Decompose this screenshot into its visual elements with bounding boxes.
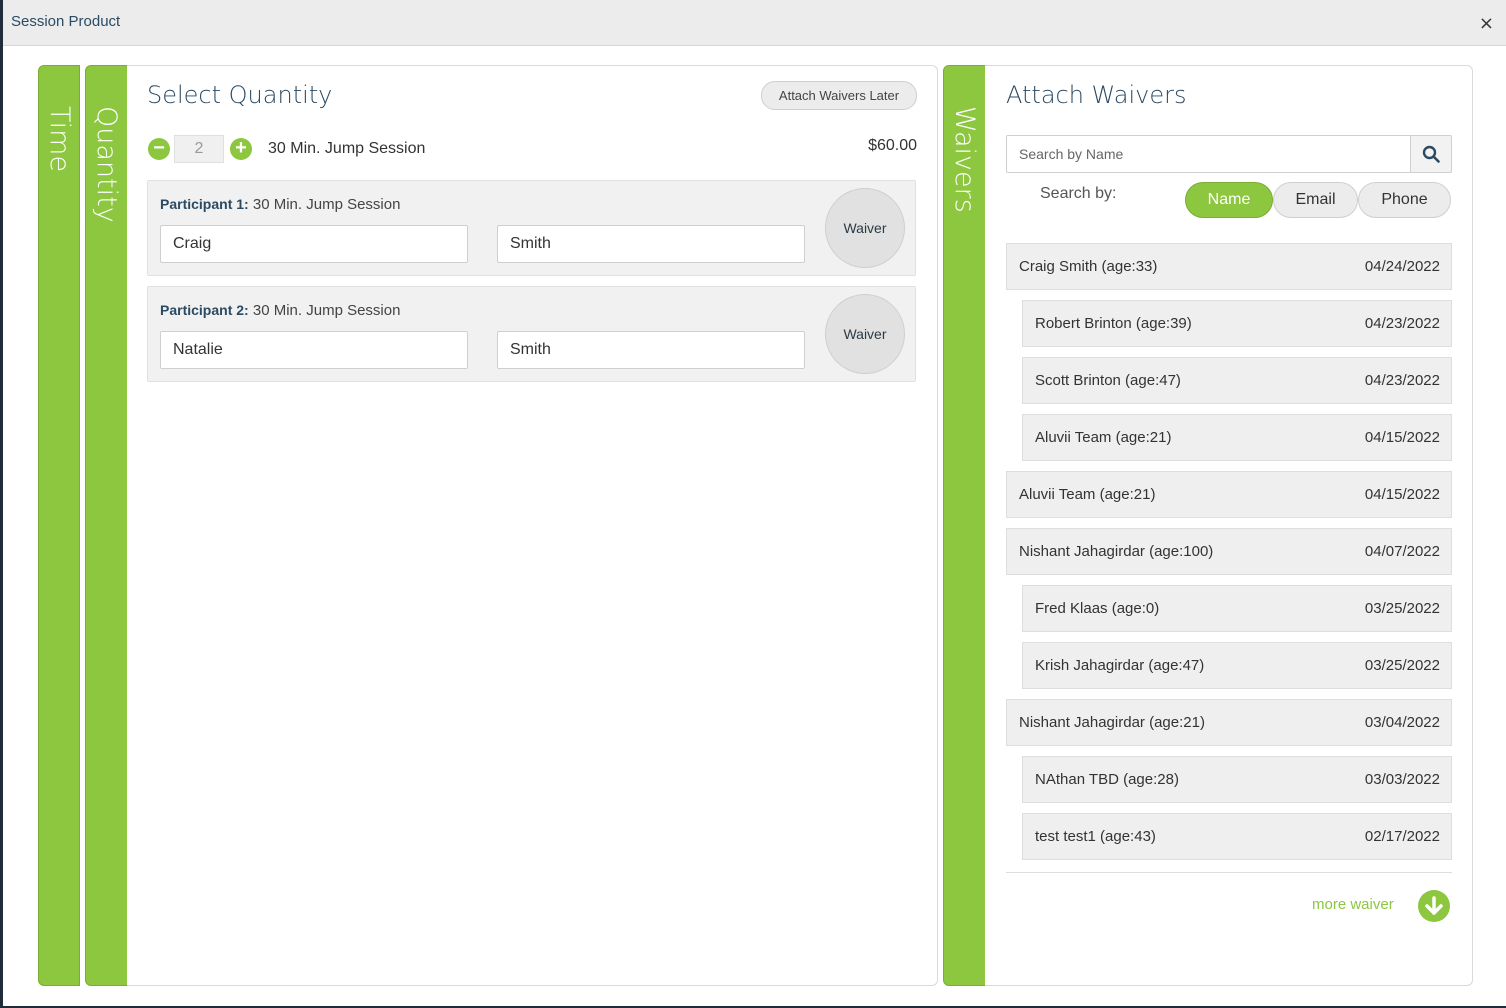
tab-quantity[interactable]: Quantity [85,65,128,986]
waiver-row-nested[interactable]: Fred Klaas (age:0) 03/25/2022 [1022,585,1452,632]
waiver-row-nested[interactable]: Scott Brinton (age:47) 04/23/2022 [1022,357,1452,404]
more-waiver-link[interactable]: more waiver [1312,896,1394,913]
search-input[interactable]: Search by Name [1006,135,1411,173]
waiver-button[interactable]: Waiver [825,188,905,268]
quantity-input[interactable]: 2 [174,135,224,163]
last-name-input[interactable]: Smith [497,225,805,263]
modal-header: Session Product × [3,0,1506,46]
participant-label: Participant 1: 30 Min. Jump Session [160,196,401,213]
waiver-date: 04/07/2022 [1364,543,1440,560]
waiver-date: 03/25/2022 [1364,600,1440,617]
waivers-panel: Attach Waivers Search by Name Search by:… [985,65,1473,986]
arrow-down-circle-icon[interactable] [1418,890,1450,922]
waiver-row-nested[interactable]: Robert Brinton (age:39) 04/23/2022 [1022,300,1452,347]
waiver-row-nested[interactable]: NAthan TBD (age:28) 03/03/2022 [1022,756,1452,803]
product-name: 30 Min. Jump Session [268,140,426,157]
waiver-row-nested[interactable]: test test1 (age:43) 02/17/2022 [1022,813,1452,860]
tab-time[interactable]: Time [38,65,80,986]
waiver-row-nested[interactable]: Krish Jahagirdar (age:47) 03/25/2022 [1022,642,1452,689]
search-by-phone-toggle[interactable]: Phone [1358,182,1451,218]
waiver-name: Robert Brinton (age:39) [1035,315,1192,332]
waiver-date: 03/04/2022 [1364,714,1440,731]
quantity-panel-title: Select Quantity [147,81,333,109]
search-button[interactable] [1410,135,1452,173]
tab-waivers-label: Waivers [949,106,980,213]
waiver-name: Nishant Jahagirdar (age:21) [1019,714,1205,731]
waiver-date: 04/15/2022 [1364,486,1440,503]
decrease-quantity-button[interactable]: − [148,138,170,160]
increase-quantity-button[interactable]: + [230,138,252,160]
tab-waivers[interactable]: Waivers [943,65,986,986]
waiver-row[interactable]: Nishant Jahagirdar (age:21) 03/04/2022 [1006,699,1452,746]
participant-label: Participant 2: 30 Min. Jump Session [160,302,401,319]
waiver-name: Craig Smith (age:33) [1019,258,1158,275]
waiver-date: 03/25/2022 [1364,657,1440,674]
waiver-date: 04/24/2022 [1364,258,1440,275]
participant-card: Participant 2: 30 Min. Jump Session Nata… [147,286,916,382]
waiver-button[interactable]: Waiver [825,294,905,374]
quantity-panel: Select Quantity Attach Waivers Later − 2… [127,65,938,986]
search-by-email-toggle[interactable]: Email [1273,182,1358,218]
product-price: $60.00 [868,137,917,154]
participant-card: Participant 1: 30 Min. Jump Session Crai… [147,180,916,276]
waiver-row[interactable]: Nishant Jahagirdar (age:100) 04/07/2022 [1006,528,1452,575]
waiver-row[interactable]: Craig Smith (age:33) 04/24/2022 [1006,243,1452,290]
waiver-name: NAthan TBD (age:28) [1035,771,1179,788]
list-divider [1006,872,1452,873]
close-button[interactable]: × [1479,15,1494,33]
attach-waivers-later-button[interactable]: Attach Waivers Later [761,81,917,110]
waiver-row[interactable]: Aluvii Team (age:21) 04/15/2022 [1006,471,1452,518]
tab-quantity-label: Quantity [91,106,122,223]
waiver-name: Krish Jahagirdar (age:47) [1035,657,1205,674]
waiver-date: 03/03/2022 [1364,771,1440,788]
search-by-name-toggle[interactable]: Name [1185,182,1273,218]
waiver-date: 04/15/2022 [1364,429,1440,446]
waiver-name: Nishant Jahagirdar (age:100) [1019,543,1214,560]
waiver-date: 04/23/2022 [1364,315,1440,332]
last-name-input[interactable]: Smith [497,331,805,369]
tab-time-label: Time [44,106,75,173]
session-product-modal: Session Product × Time Quantity Select Q… [3,0,1506,1006]
waiver-name: test test1 (age:43) [1035,828,1156,845]
modal-title: Session Product [11,13,121,30]
first-name-input[interactable]: Natalie [160,331,468,369]
search-icon [1422,145,1440,163]
waiver-row-nested[interactable]: Aluvii Team (age:21) 04/15/2022 [1022,414,1452,461]
waiver-name: Fred Klaas (age:0) [1035,600,1160,617]
waiver-name: Aluvii Team (age:21) [1035,429,1172,446]
waivers-panel-title: Attach Waivers [1006,81,1187,109]
search-by-label: Search by: [1040,185,1117,202]
waiver-date: 02/17/2022 [1364,828,1440,845]
waiver-date: 04/23/2022 [1364,372,1440,389]
waiver-name: Aluvii Team (age:21) [1019,486,1156,503]
waiver-name: Scott Brinton (age:47) [1035,372,1181,389]
first-name-input[interactable]: Craig [160,225,468,263]
